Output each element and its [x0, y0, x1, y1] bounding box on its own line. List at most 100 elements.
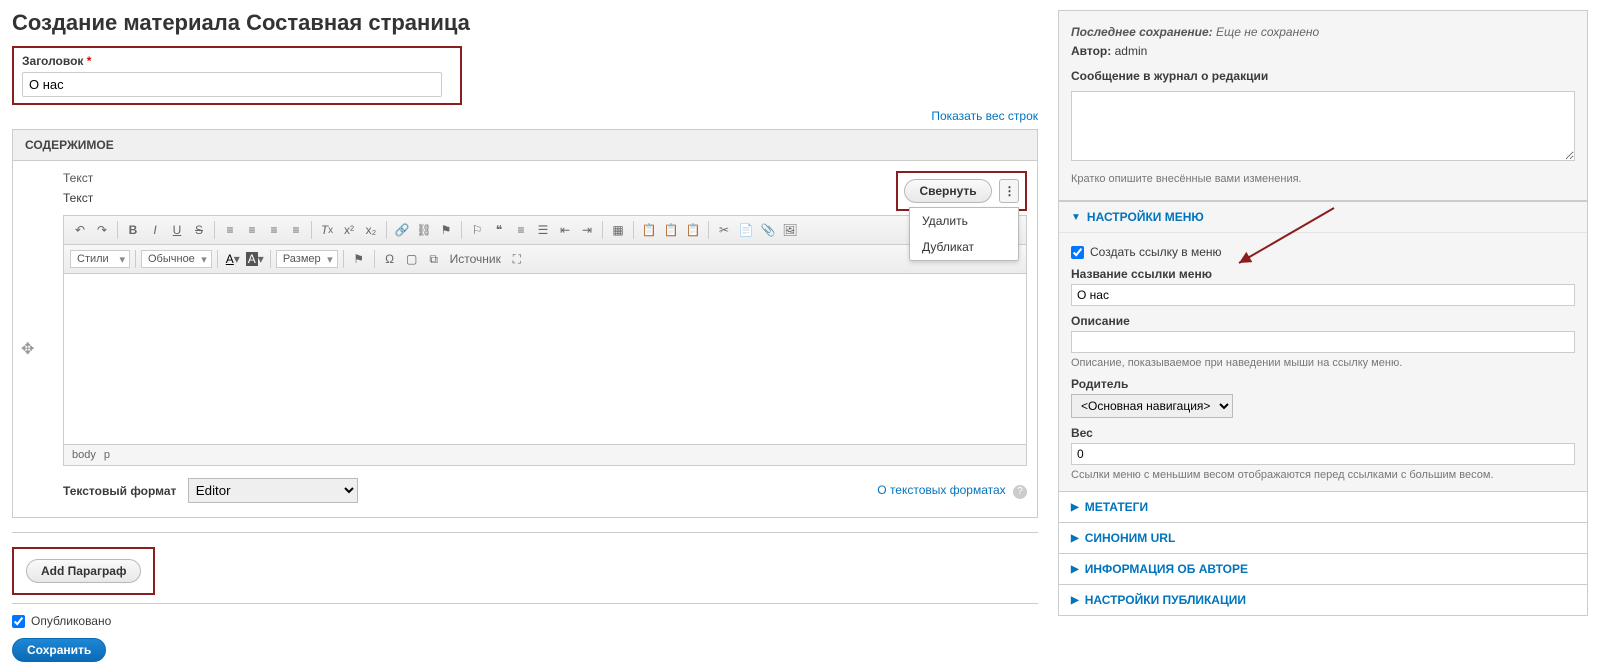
menu-link-name-input[interactable] [1071, 284, 1575, 306]
align-left-icon[interactable]: ≡ [220, 220, 240, 240]
caret-right-icon: ▶ [1071, 533, 1079, 544]
numbered-list-icon[interactable]: ≡ [511, 220, 531, 240]
tab-publish-settings[interactable]: ▶НАСТРОЙКИ ПУБЛИКАЦИИ [1059, 584, 1587, 615]
paste-icon[interactable]: 📋 [639, 220, 659, 240]
table-icon[interactable]: ▦ [608, 220, 628, 240]
caret-down-icon: ▼ [1071, 212, 1081, 223]
tab-menu-settings[interactable]: ▼НАСТРОЙКИ МЕНЮ [1059, 201, 1587, 232]
log-textarea[interactable] [1071, 91, 1575, 161]
meta-box: Последнее сохранение: Еще не сохранено А… [1058, 10, 1588, 201]
log-helper: Кратко опишите внесённые вами изменения. [1071, 171, 1575, 189]
bold-icon[interactable]: B [123, 220, 143, 240]
log-label: Сообщение в журнал о редакции [1071, 69, 1268, 83]
author-value: admin [1115, 44, 1148, 58]
weight-label: Вес [1071, 426, 1575, 440]
dropdown-duplicate[interactable]: Дубликат [910, 234, 1018, 260]
paste-text-icon[interactable]: 📋 [661, 220, 681, 240]
caret-right-icon: ▶ [1071, 595, 1079, 606]
add-paragraph-button[interactable]: Add Параграф [26, 559, 141, 583]
show-row-weights-link[interactable]: Показать вес строк [931, 109, 1038, 123]
content-section-header: СОДЕРЖИМОЕ [12, 129, 1038, 161]
textcolor-icon[interactable]: A▾ [223, 249, 243, 269]
attach-icon[interactable]: 📎 [758, 220, 778, 240]
redo-icon[interactable]: ↷ [92, 220, 112, 240]
create-menu-link-checkbox[interactable] [1071, 246, 1084, 259]
create-menu-link-label: Создать ссылку в меню [1090, 245, 1222, 259]
superscript-icon[interactable]: x² [339, 220, 359, 240]
menu-settings-panel: Создать ссылку в меню Название ссылки ме… [1059, 232, 1587, 491]
cke-elements-path: body p [64, 444, 1026, 465]
description-label: Описание [1071, 314, 1575, 328]
image-icon[interactable]: 🖼 [780, 220, 800, 240]
undo-icon[interactable]: ↶ [70, 220, 90, 240]
ckeditor: ↶ ↷ B I U S ≡ ≡ ≡ ≡ Tx x² [63, 215, 1027, 466]
collapse-menu-highlight: Свернуть ⋮ Удалить Дубликат [896, 171, 1027, 211]
dropdown-delete[interactable]: Удалить [910, 208, 1018, 234]
anchor-icon[interactable]: ⚑ [436, 220, 456, 240]
bookmark-icon[interactable]: ⚑ [349, 249, 369, 269]
maximize-icon[interactable]: ⛶ [507, 249, 527, 269]
help-icon[interactable]: ? [1013, 485, 1027, 499]
last-saved-value: Еще не сохранено [1216, 25, 1319, 39]
italic-icon[interactable]: I [145, 220, 165, 240]
subscript-icon[interactable]: x₂ [361, 220, 381, 240]
unlink-icon[interactable]: ⛓ [414, 220, 434, 240]
indent-icon[interactable]: ⇥ [577, 220, 597, 240]
format-combo[interactable]: Обычное [141, 250, 212, 268]
published-label: Опубликовано [31, 614, 111, 628]
title-input[interactable] [22, 72, 442, 97]
outdent-icon[interactable]: ⇤ [555, 220, 575, 240]
tab-author-info[interactable]: ▶ИНФОРМАЦИЯ ОБ АВТОРЕ [1059, 553, 1587, 584]
save-button[interactable]: Сохранить [12, 638, 106, 662]
text-format-help-link[interactable]: О текстовых форматах [877, 483, 1005, 497]
parent-label: Родитель [1071, 377, 1575, 391]
quote-icon[interactable]: ❝ [489, 220, 509, 240]
kebab-icon[interactable]: ⋮ [999, 179, 1019, 203]
menu-link-name-label: Название ссылки меню [1071, 267, 1575, 281]
tab-metatags[interactable]: ▶МЕТАТЕГИ [1059, 491, 1587, 522]
omega-icon[interactable]: Ω [380, 249, 400, 269]
paragraph-dropdown: Удалить Дубликат [909, 207, 1019, 261]
published-checkbox[interactable] [12, 615, 25, 628]
parent-select[interactable]: <Основная навигация> [1071, 394, 1233, 418]
flag-icon[interactable]: ⚐ [467, 220, 487, 240]
copy-icon[interactable]: 📄 [736, 220, 756, 240]
sourcebtn-icon[interactable]: ⧉ [424, 249, 444, 269]
text-format-select[interactable]: Editor [188, 478, 358, 503]
last-saved-label: Последнее сохранение: [1071, 25, 1213, 39]
caret-right-icon: ▶ [1071, 564, 1079, 575]
title-field-highlight: Заголовок * [12, 46, 462, 105]
paragraph-type-label: Текст [63, 171, 93, 185]
align-justify-icon[interactable]: ≡ [286, 220, 306, 240]
removeformat-icon[interactable]: Tx [317, 220, 337, 240]
strike-icon[interactable]: S [189, 220, 209, 240]
collapse-button[interactable]: Свернуть [904, 179, 991, 203]
drag-handle-icon[interactable]: ✥ [21, 339, 34, 359]
align-center-icon[interactable]: ≡ [242, 220, 262, 240]
text-field-label: Текст [63, 191, 93, 205]
text-format-label: Текстовый формат [63, 484, 176, 498]
paste-word-icon[interactable]: 📋 [683, 220, 703, 240]
cke-toolbar-row2: Стили Обычное A▾ A▾ Размер ⚑ Ω ▢ ⧉ [64, 245, 1026, 274]
cke-content-area[interactable] [64, 274, 1026, 444]
weight-helper: Ссылки меню с меньшим весом отображаются… [1071, 469, 1575, 481]
underline-icon[interactable]: U [167, 220, 187, 240]
styles-combo[interactable]: Стили [70, 250, 130, 268]
path-p[interactable]: p [104, 449, 110, 461]
path-body[interactable]: body [72, 449, 96, 461]
add-paragraph-highlight: Add Параграф [12, 547, 155, 595]
iframe-icon[interactable]: ▢ [402, 249, 422, 269]
size-combo[interactable]: Размер [276, 250, 338, 268]
bullet-list-icon[interactable]: ☰ [533, 220, 553, 240]
author-label: Автор: [1071, 44, 1111, 58]
bgcolor-icon[interactable]: A▾ [245, 249, 265, 269]
description-input[interactable] [1071, 331, 1575, 353]
tab-url-alias[interactable]: ▶СИНОНИМ URL [1059, 522, 1587, 553]
cke-toolbar-row1: ↶ ↷ B I U S ≡ ≡ ≡ ≡ Tx x² [64, 216, 1026, 245]
link-icon[interactable]: 🔗 [392, 220, 412, 240]
align-right-icon[interactable]: ≡ [264, 220, 284, 240]
cut-icon[interactable]: ✂ [714, 220, 734, 240]
weight-input[interactable] [1071, 443, 1575, 465]
source-button[interactable]: Источник [446, 249, 505, 269]
page-title: Создание материала Составная страница [12, 10, 1038, 36]
